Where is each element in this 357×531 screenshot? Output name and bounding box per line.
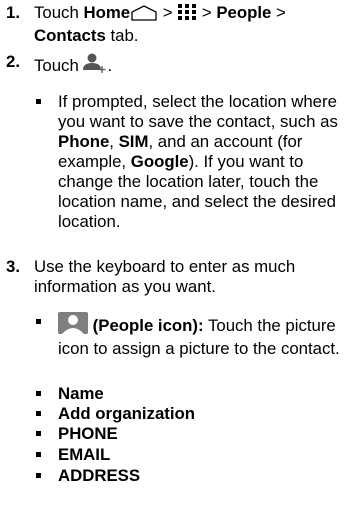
step-text: Touch . [34,52,352,79]
home-label: Home [83,3,131,22]
step-text: Use the keyboard to enter as much inform… [34,257,296,296]
step-number: 3. [6,257,20,276]
bullet-save-location: If prompted, select the location where y… [36,92,350,232]
people-picture-icon [58,312,88,339]
step-text: Touch Home > > People > Contacts tab. [34,3,286,45]
step-number: 1. [6,3,20,22]
step-number: 2. [6,52,20,71]
add-contact-icon [83,52,107,79]
bullet-text: If prompted, select the location where y… [58,92,338,231]
apps-grid-icon [177,3,197,26]
people-label: People [216,3,272,22]
bullet-phone: PHONE [36,424,118,443]
bullet-name: Name [36,384,104,403]
bullet-text: (People icon): Touch the picture icon to… [58,312,350,359]
bullet-address: ADDRESS [35,466,141,485]
home-icon [130,5,158,26]
bullet-people-icon: (People icon): Touch the picture icon to… [36,312,350,359]
contacts-label: Contacts [34,26,106,45]
bullet-email: EMAIL [35,445,111,464]
bullet-add-organization: Add organization [35,404,196,423]
